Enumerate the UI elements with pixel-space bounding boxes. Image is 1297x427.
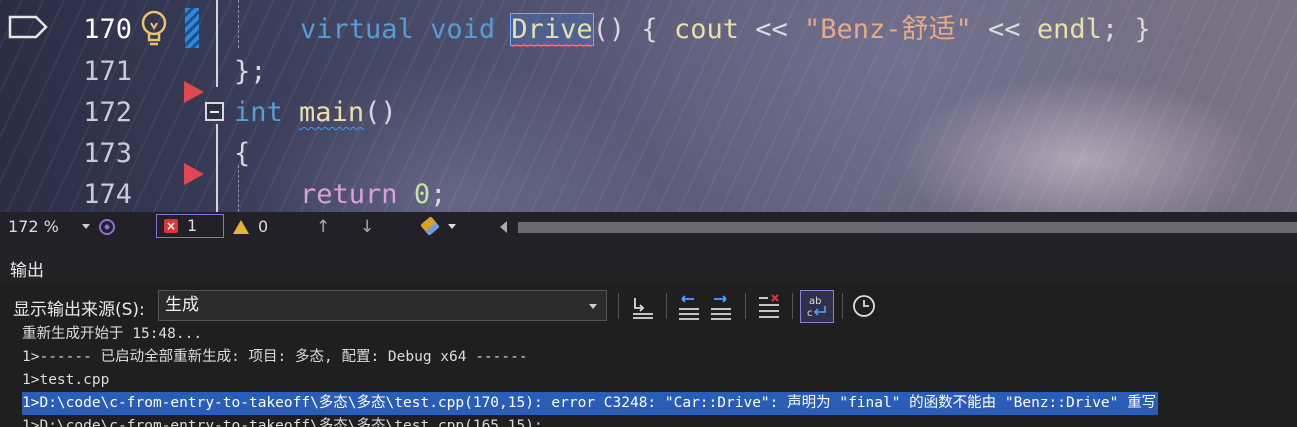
output-panel-header: 输出: [0, 242, 1297, 284]
toolbar-separator: [618, 293, 619, 319]
code-text[interactable]: {: [234, 133, 250, 174]
line-number: 173: [83, 138, 132, 169]
code-text[interactable]: virtual void Drive() { cout << "Benz-舒适"…: [300, 9, 1151, 50]
svg-text:c: c: [807, 308, 813, 319]
zoom-level[interactable]: 172 %: [8, 212, 59, 242]
code-editor[interactable]: 170 virtual void Drive() { cout << "Benz…: [0, 0, 1297, 212]
horizontal-scrollbar[interactable]: [518, 222, 1297, 233]
output-toolbar: 显示输出来源(S): 生成 ab c: [0, 290, 1297, 323]
code-line-174[interactable]: 174 return 0;: [0, 174, 1297, 212]
code-line-173[interactable]: 173 {: [0, 133, 1297, 174]
line-number: 172: [83, 97, 132, 128]
next-issue-button[interactable]: ↓: [360, 212, 374, 242]
zoom-dropdown-icon[interactable]: [82, 224, 90, 229]
line-number: 170: [83, 14, 132, 45]
output-line[interactable]: 1>test.cpp: [22, 369, 109, 392]
panel-title: 输出: [10, 261, 44, 281]
previous-issue-button[interactable]: ↑: [316, 212, 330, 242]
code-cleanup-brush-icon[interactable]: [420, 216, 440, 236]
toolbar-separator: [842, 293, 843, 319]
find-message-in-code-icon[interactable]: [628, 291, 658, 321]
output-source-label: 显示输出来源(S):: [13, 300, 145, 320]
code-text[interactable]: int main(): [234, 92, 397, 133]
toolbar-separator: [666, 293, 667, 319]
output-line-selected-error[interactable]: 1>D:\code\c-from-entry-to-takeoff\多态\多态\…: [22, 392, 1159, 415]
toolbar-separator: [792, 293, 793, 319]
show-timestamps-clock-icon[interactable]: [849, 291, 879, 321]
highlighted-symbol: Drive: [510, 13, 594, 46]
code-line-172[interactable]: 172 int main(): [0, 92, 1297, 133]
editor-status-bar: 172 % × 1 0 ↑ ↓: [0, 212, 1297, 242]
clear-all-icon[interactable]: [754, 291, 784, 321]
output-panel: 输出 显示输出来源(S): 生成 ab c 重新生成开始于 15:48... 1…: [0, 242, 1297, 427]
output-line[interactable]: 重新生成开始于 15:48...: [22, 323, 202, 346]
output-line[interactable]: 1>D:\code\c-from-entry-to-takeoff\多态\多态\…: [22, 415, 543, 427]
copilot-icon[interactable]: [98, 218, 116, 236]
code-text[interactable]: return 0;: [300, 174, 446, 212]
go-to-next-message-icon[interactable]: [706, 291, 736, 321]
output-line[interactable]: 1>------ 已启动全部重新生成: 项目: 多态, 配置: Debug x6…: [22, 346, 528, 369]
error-count-button[interactable]: × 1: [156, 214, 224, 238]
code-text[interactable]: };: [234, 51, 267, 92]
output-source-select[interactable]: 生成: [158, 290, 607, 321]
line-number: 171: [83, 56, 132, 87]
chevron-down-icon: [589, 304, 597, 309]
error-icon: ×: [164, 219, 178, 233]
toolbar-separator: [745, 293, 746, 319]
output-text-area[interactable]: 重新生成开始于 15:48... 1>------ 已启动全部重新生成: 项目:…: [0, 322, 1297, 427]
code-line-171[interactable]: 171 };: [0, 51, 1297, 92]
toggle-word-wrap-button[interactable]: ab c: [800, 290, 834, 323]
line-number: 174: [83, 179, 132, 210]
warning-count[interactable]: 0: [258, 212, 268, 242]
svg-text:ab: ab: [809, 296, 821, 307]
scroll-left-arrow-icon[interactable]: [500, 221, 507, 233]
code-cleanup-dropdown-icon[interactable]: [448, 224, 456, 229]
go-to-previous-message-icon[interactable]: [674, 291, 704, 321]
warning-icon[interactable]: [233, 220, 249, 234]
word-wrap-icon: ab c: [807, 296, 826, 319]
code-line-170[interactable]: 170 virtual void Drive() { cout << "Benz…: [0, 9, 1297, 50]
